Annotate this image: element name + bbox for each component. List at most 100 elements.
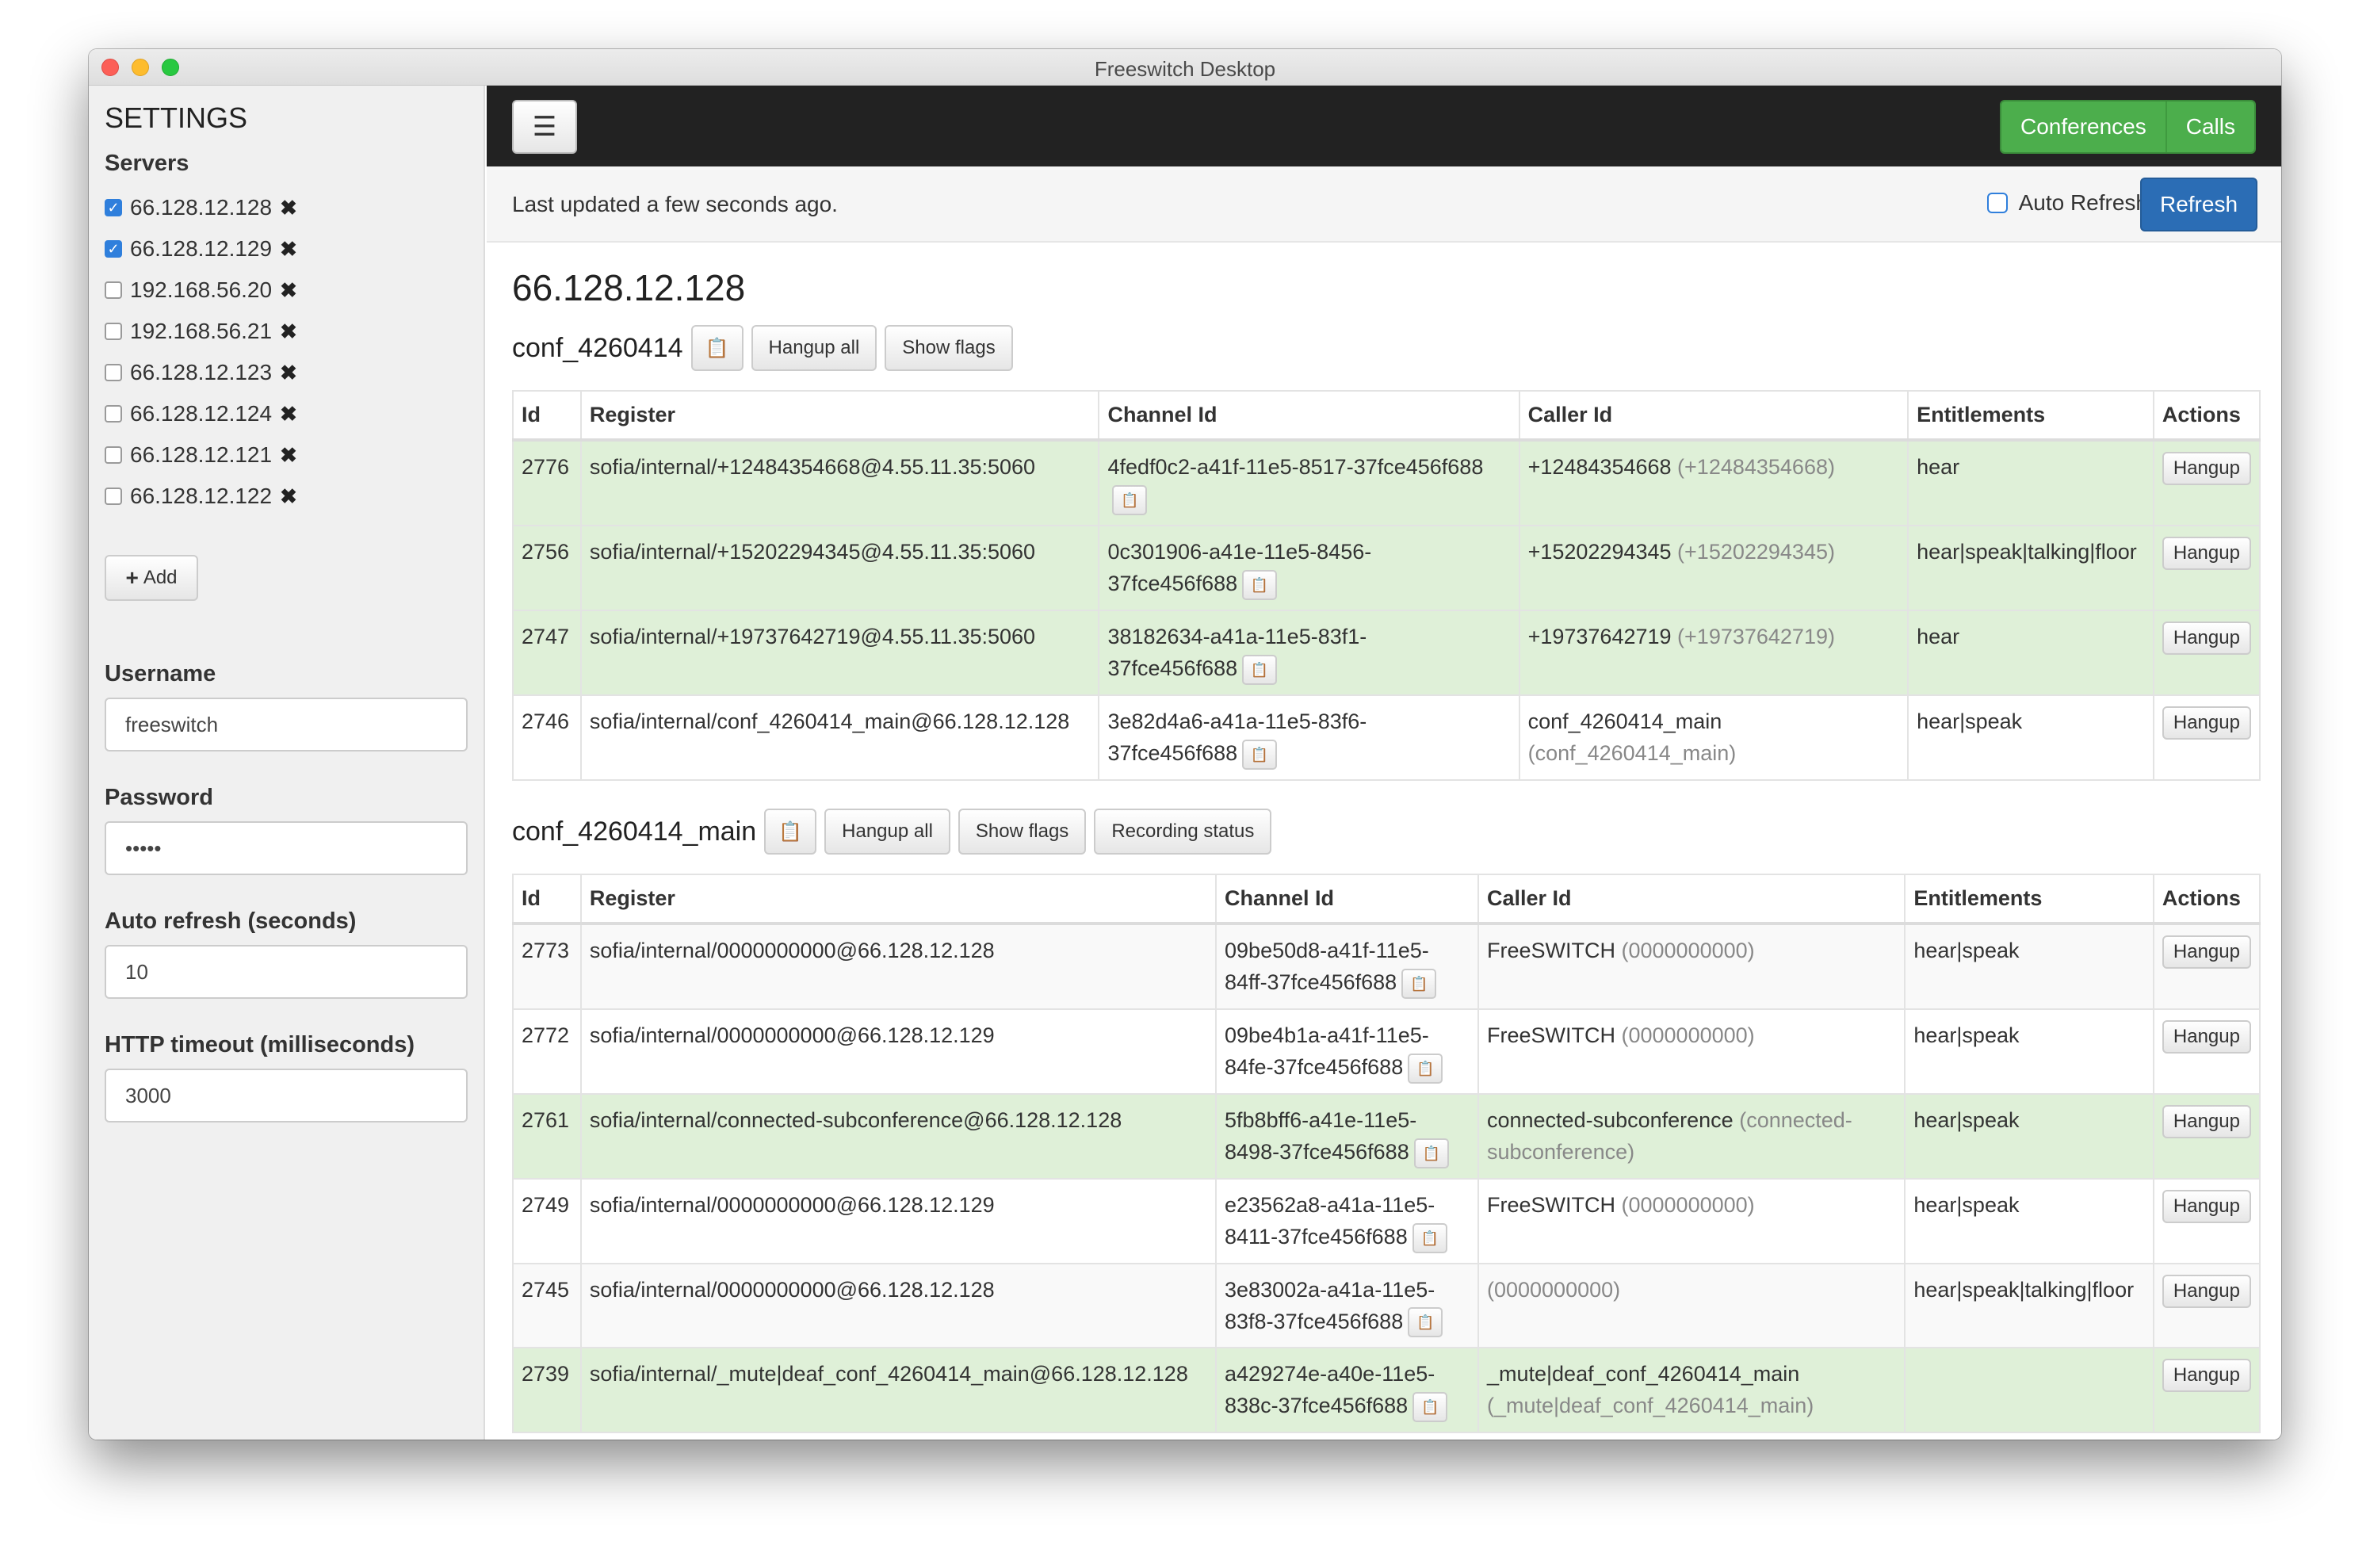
hangup-button[interactable]: Hangup bbox=[2162, 1189, 2251, 1223]
copy-channel-button[interactable]: 📋 bbox=[1412, 1222, 1447, 1253]
member-register: sofia/internal/0000000000@66.128.12.128 bbox=[579, 1262, 1217, 1349]
clipboard-icon: 📋 bbox=[1420, 1399, 1439, 1416]
member-register: sofia/internal/+15202294345@4.55.11.35:5… bbox=[579, 524, 1100, 611]
clipboard-icon: 📋 bbox=[778, 820, 803, 843]
copy-channel-button[interactable]: 📋 bbox=[1408, 1053, 1443, 1084]
copy-conference-button[interactable]: 📋 bbox=[690, 325, 743, 371]
servers-label: Servers bbox=[105, 151, 189, 176]
copy-channel-button[interactable]: 📋 bbox=[1242, 569, 1278, 600]
copy-channel-button[interactable]: 📋 bbox=[1412, 1392, 1448, 1423]
server-checkbox[interactable] bbox=[105, 364, 122, 381]
menu-toggle-button[interactable]: ☰ bbox=[512, 100, 577, 154]
show-flags-button[interactable]: Show flags bbox=[958, 809, 1087, 855]
member-actions: Hangup bbox=[2152, 439, 2261, 526]
channel-id-text: 0c301906-a41e-11e5-8456- bbox=[1107, 539, 1372, 564]
server-item[interactable]: 66.128.12.124 ✖ bbox=[105, 393, 297, 434]
channel-id-text: a429274e-a40e-11e5- bbox=[1225, 1362, 1435, 1386]
copy-channel-button[interactable]: 📋 bbox=[1401, 968, 1437, 999]
timeout-input[interactable]: 3000 bbox=[105, 1069, 468, 1122]
copy-channel-button[interactable]: 📋 bbox=[1242, 654, 1278, 685]
remove-server-icon[interactable]: ✖ bbox=[280, 196, 297, 220]
hangup-button[interactable]: Hangup bbox=[2162, 1019, 2251, 1054]
copy-channel-button[interactable]: 📋 bbox=[1242, 739, 1278, 770]
remove-server-icon[interactable]: ✖ bbox=[280, 443, 297, 468]
channel-id-text: 38182634-a41a-11e5-83f1- bbox=[1107, 624, 1367, 648]
server-item[interactable]: 66.128.12.123 ✖ bbox=[105, 352, 297, 393]
member-actions: Hangup bbox=[2152, 1092, 2261, 1180]
channel-id-text: 84ff-37fce456f688 bbox=[1225, 970, 1397, 994]
member-actions: Hangup bbox=[2152, 1262, 2261, 1349]
member-channel-id: 3e82d4a6-a41a-11e5-83f6- 37fce456f688 📋 bbox=[1098, 694, 1520, 781]
hangup-button[interactable]: Hangup bbox=[2162, 452, 2251, 485]
member-register: sofia/internal/connected-subconference@6… bbox=[579, 1092, 1217, 1180]
server-item[interactable]: ✓ 66.128.12.129 ✖ bbox=[105, 228, 297, 270]
member-channel-id: e23562a8-a41a-11e5- 8411-37fce456f688 📋 bbox=[1215, 1177, 1479, 1264]
password-input[interactable]: ••••• bbox=[105, 821, 468, 875]
hangup-button[interactable]: Hangup bbox=[2162, 1359, 2251, 1393]
calls-tab[interactable]: Calls bbox=[2165, 101, 2254, 152]
remove-server-icon[interactable]: ✖ bbox=[280, 237, 297, 262]
hangup-button[interactable]: Hangup bbox=[2162, 1104, 2251, 1138]
hangup-button[interactable]: Hangup bbox=[2162, 935, 2251, 969]
channel-id-text: 8498-37fce456f688 bbox=[1225, 1139, 1409, 1164]
column-header: Register bbox=[579, 390, 1100, 442]
copy-channel-button[interactable]: 📋 bbox=[1112, 484, 1148, 515]
username-input[interactable]: freeswitch bbox=[105, 698, 468, 751]
add-server-button[interactable]: + Add bbox=[105, 555, 198, 601]
member-channel-id: 0c301906-a41e-11e5-8456- 37fce456f688 📋 bbox=[1098, 524, 1520, 611]
server-ip: 66.128.12.129 bbox=[130, 236, 273, 261]
member-caller-id: FreeSWITCH (0000000000) bbox=[1477, 1008, 1906, 1095]
list-icon: ☰ bbox=[532, 112, 557, 142]
copy-conference-button[interactable]: 📋 bbox=[764, 809, 817, 855]
hangup-button[interactable]: Hangup bbox=[2162, 621, 2251, 655]
main-panel: ☰ Conferences Calls Last updated a few s… bbox=[487, 86, 2281, 1440]
server-checkbox[interactable]: ✓ bbox=[105, 240, 122, 258]
member-register: sofia/internal/+12484354668@4.55.11.35:5… bbox=[579, 439, 1100, 526]
column-header: Channel Id bbox=[1215, 874, 1479, 925]
server-item[interactable]: 192.168.56.20 ✖ bbox=[105, 270, 297, 311]
server-ip: 66.128.12.124 bbox=[130, 401, 273, 426]
member-id: 2773 bbox=[512, 923, 582, 1010]
remove-server-icon[interactable]: ✖ bbox=[280, 361, 297, 385]
server-ip: 192.168.56.20 bbox=[130, 277, 273, 302]
hangup-button[interactable]: Hangup bbox=[2162, 706, 2251, 740]
remove-server-icon[interactable]: ✖ bbox=[280, 278, 297, 303]
server-checkbox[interactable] bbox=[105, 405, 122, 423]
show-flags-button[interactable]: Show flags bbox=[885, 325, 1013, 371]
member-id: 2749 bbox=[512, 1177, 582, 1264]
auto-refresh-checkbox[interactable] bbox=[1986, 193, 2008, 213]
autorefresh-input[interactable]: 10 bbox=[105, 945, 468, 999]
server-checkbox[interactable] bbox=[105, 323, 122, 340]
remove-server-icon[interactable]: ✖ bbox=[280, 319, 297, 344]
server-ip: 66.128.12.128 bbox=[130, 195, 273, 220]
recording-status-button[interactable]: Recording status bbox=[1094, 809, 1272, 855]
conference-name: conf_4260414_main bbox=[512, 816, 757, 847]
server-item[interactable]: 66.128.12.122 ✖ bbox=[105, 476, 297, 517]
member-entitlements: hear|speak|talking|floor bbox=[1907, 524, 2154, 611]
copy-channel-button[interactable]: 📋 bbox=[1408, 1307, 1443, 1338]
remove-server-icon[interactable]: ✖ bbox=[280, 484, 297, 509]
server-checkbox[interactable] bbox=[105, 488, 122, 505]
hangup-button[interactable]: Hangup bbox=[2162, 536, 2251, 570]
remove-server-icon[interactable]: ✖ bbox=[280, 402, 297, 426]
refresh-button[interactable]: Refresh bbox=[2140, 178, 2257, 231]
hangup-all-button[interactable]: Hangup all bbox=[751, 325, 877, 371]
hangup-button[interactable]: Hangup bbox=[2162, 1274, 2251, 1308]
server-item[interactable]: ✓ 66.128.12.128 ✖ bbox=[105, 187, 297, 228]
server-item[interactable]: 192.168.56.21 ✖ bbox=[105, 311, 297, 352]
server-item[interactable]: 66.128.12.121 ✖ bbox=[105, 434, 297, 476]
member-register: sofia/internal/0000000000@66.128.12.128 bbox=[579, 923, 1217, 1010]
member-channel-id: 38182634-a41a-11e5-83f1- 37fce456f688 📋 bbox=[1098, 609, 1520, 696]
auto-refresh-toggle[interactable]: Auto Refresh bbox=[1986, 190, 2148, 216]
conferences-tab[interactable]: Conferences bbox=[2001, 101, 2165, 152]
member-entitlements: hear|speak bbox=[1904, 923, 2154, 1010]
table-header-row: Id Register Channel Id Caller Id Entitlement… bbox=[512, 874, 2261, 925]
hangup-all-button[interactable]: Hangup all bbox=[824, 809, 950, 855]
caller-name: +15202294345 bbox=[1527, 539, 1672, 564]
view-switcher: Conferences Calls bbox=[2000, 100, 2256, 154]
server-checkbox[interactable] bbox=[105, 281, 122, 299]
copy-channel-button[interactable]: 📋 bbox=[1413, 1138, 1449, 1168]
server-checkbox[interactable]: ✓ bbox=[105, 199, 122, 216]
member-channel-id: 09be50d8-a41f-11e5- 84ff-37fce456f688 📋 bbox=[1215, 923, 1479, 1010]
server-checkbox[interactable] bbox=[105, 446, 122, 464]
